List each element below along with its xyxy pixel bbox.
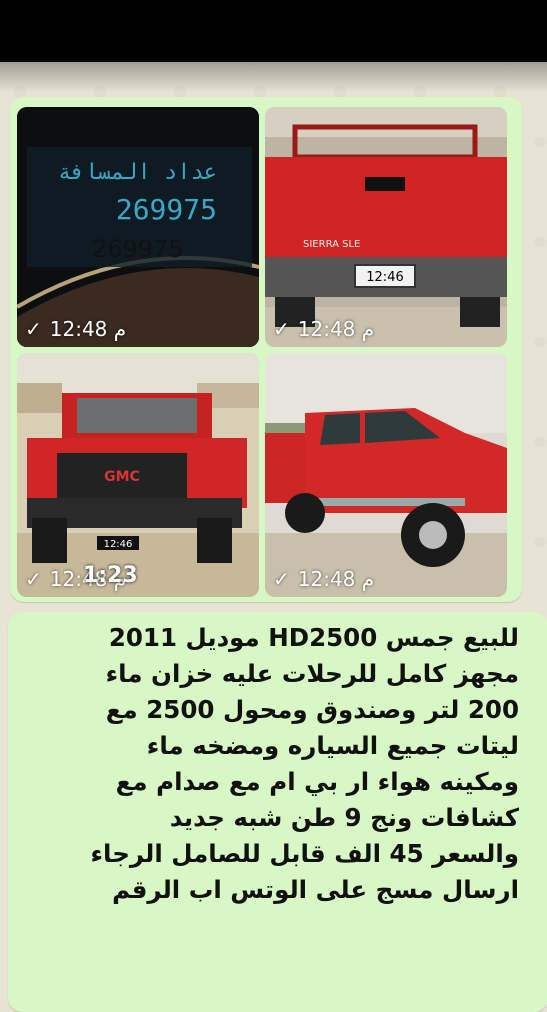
tailgate-badge: SIERRA SLE [303, 239, 360, 250]
status-bar [0, 0, 547, 62]
odometer-image: عداد المسافة 269975 269975 [17, 107, 259, 347]
odometer-label: عداد المسافة [58, 160, 217, 185]
timestamp-text: 12:48 م [49, 317, 127, 341]
sent-check-icon: ✓ [25, 317, 42, 341]
video-overlay-time: 1:23 [83, 563, 138, 588]
top-shadow [0, 62, 547, 92]
camera-stamp: 12:46 [366, 270, 403, 285]
message-line: ليتات جميع السياره ومضخه ماء [146, 731, 519, 760]
message-line: للبيع جمس HD2500 موديل 2011 [108, 623, 519, 652]
message-line: ارسال مسج على الوتس اب الرقم [112, 875, 519, 904]
grille-logo: GMC [104, 469, 140, 485]
message-line: والسعر 45 الف قابل للصامل الرجاء [90, 839, 519, 868]
photo-truck-front[interactable]: GMC 12:46 ✓ 12:48 م 1:23 [17, 353, 259, 597]
photo-odometer[interactable]: عداد المسافة 269975 269975 ✓ 12:48 م [17, 107, 259, 347]
odometer-reading: 269975 [92, 235, 184, 263]
photo-timestamp: ✓ 12:48 م [273, 567, 374, 591]
truck-front-image: GMC 12:46 [17, 353, 259, 597]
truck-rear-image: 12:46 SIERRA SLE [265, 107, 507, 347]
message-line: كشافات ونج 9 طن شبه جديد [169, 803, 519, 832]
sent-check-icon: ✓ [273, 317, 290, 341]
camera-stamp: 12:46 [104, 539, 133, 550]
photo-timestamp: ✓ 12:48 م [25, 317, 126, 341]
photo-timestamp: ✓ 12:48 م [273, 317, 374, 341]
message-text: للبيع جمس HD2500 موديل 2011 مجهز كامل لل… [29, 620, 519, 908]
message-line: مجهز كامل للرحلات عليه خزان ماء [105, 659, 519, 688]
photo-truck-rear[interactable]: 12:46 SIERRA SLE ✓ 12:48 م [265, 107, 507, 347]
message-line: ومكينه هواء ار بي ام مع صدام مع [115, 767, 519, 796]
message-line: 200 لتر وصندوق ومحول 2500 مع [105, 695, 519, 724]
timestamp-text: 12:48 م [297, 567, 375, 591]
truck-side-image [265, 353, 507, 597]
sent-check-icon: ✓ [273, 567, 290, 591]
photo-truck-side[interactable]: ✓ 12:48 م [265, 353, 507, 597]
odometer-lcd: 269975 [116, 193, 217, 226]
timestamp-text: 12:48 م [297, 317, 375, 341]
sent-check-icon: ✓ [25, 567, 42, 591]
